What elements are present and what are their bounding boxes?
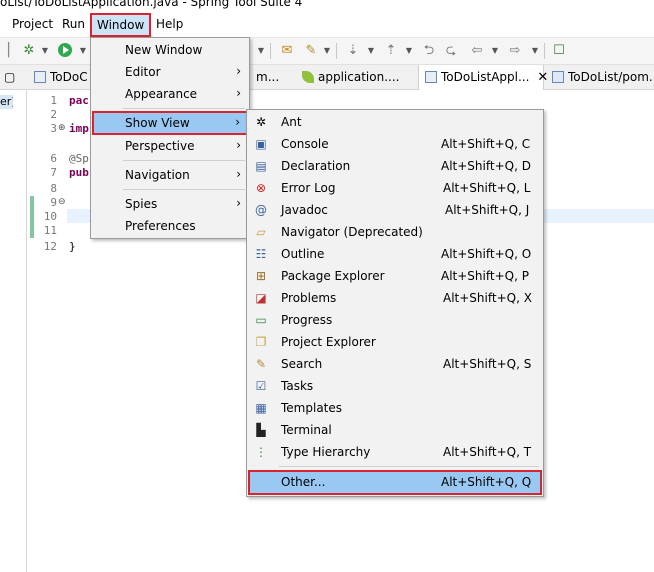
- submenu-arrow-icon: ›: [236, 86, 241, 100]
- menu-item-show-view[interactable]: Show View ›: [92, 111, 248, 135]
- line-number-gutter: 1 2 3 ⊕ 6 7 8 9 ⊖ 10 11 12: [27, 90, 67, 572]
- view-item-ant[interactable]: ✲ Ant: [247, 111, 543, 133]
- submenu-arrow-icon: ›: [235, 115, 240, 129]
- javadoc-icon: @: [255, 203, 267, 217]
- explorer-selected-item[interactable]: er]: [0, 95, 13, 109]
- java-file-icon: [425, 71, 437, 83]
- progress-icon: ▭: [255, 313, 267, 327]
- tab-todoc[interactable]: ToDoC: [34, 65, 88, 90]
- ant-icon: ✲: [255, 115, 267, 129]
- window-title: oList/ToDoListApplication.java - Spring …: [0, 0, 303, 9]
- maven-pom-icon: [552, 71, 564, 83]
- type-hierarchy-icon: ⋮: [255, 445, 267, 459]
- open-type-icon[interactable]: ✉: [278, 42, 296, 60]
- view-item-problems[interactable]: ◪ Problems Alt+Shift+Q, X: [247, 287, 543, 309]
- last-edit-icon[interactable]: ⮌: [420, 42, 438, 60]
- menu-help[interactable]: Help: [156, 17, 183, 31]
- submenu-arrow-icon: ›: [236, 196, 241, 210]
- view-item-package-explorer[interactable]: ⊞ Package Explorer Alt+Shift+Q, P: [247, 265, 543, 287]
- view-item-navigator[interactable]: ▱ Navigator (Deprecated): [247, 221, 543, 243]
- outline-icon: ☷: [255, 247, 267, 261]
- view-item-search[interactable]: ✎ Search Alt+Shift+Q, S: [247, 353, 543, 375]
- error-log-icon: ⊗: [255, 181, 267, 195]
- forward-icon[interactable]: ⇨: [506, 42, 524, 60]
- project-explorer-icon: ❐: [255, 335, 267, 349]
- annotation-prev-icon[interactable]: ⇡: [382, 42, 400, 60]
- window-title-bar: oList/ToDoListApplication.java - Spring …: [0, 0, 654, 12]
- console-icon: ▣: [255, 137, 267, 151]
- spring-leaf-icon: [302, 71, 314, 83]
- view-item-type-hierarchy[interactable]: ⋮ Type Hierarchy Alt+Shift+Q, T: [247, 441, 543, 463]
- annotation-next-dropdown-icon[interactable]: ▼: [362, 42, 380, 60]
- templates-icon: ▦: [255, 401, 267, 415]
- view-item-project-explorer[interactable]: ❐ Project Explorer: [247, 331, 543, 353]
- tasks-icon: ☑: [255, 379, 267, 393]
- forward-dropdown-icon[interactable]: ▼: [526, 42, 544, 60]
- view-item-progress[interactable]: ▭ Progress: [247, 309, 543, 331]
- problems-icon: ◪: [255, 291, 267, 305]
- tab-m[interactable]: m...: [256, 65, 279, 90]
- submenu-arrow-icon: ›: [236, 167, 241, 181]
- change-marker: [30, 196, 34, 210]
- view-item-console[interactable]: ▣ Console Alt+Shift+Q, C: [247, 133, 543, 155]
- package-explorer-pane: er]: [0, 90, 27, 572]
- view-item-templates[interactable]: ▦ Templates: [247, 397, 543, 419]
- menu-item-perspective[interactable]: Perspective ›: [91, 135, 249, 157]
- change-marker: [30, 224, 34, 238]
- tab-todolist-pom[interactable]: ToDoList/pom...: [552, 65, 654, 90]
- menu-window[interactable]: Window: [90, 13, 152, 37]
- back-icon[interactable]: ⇦: [468, 42, 486, 60]
- navigator-icon: ▱: [256, 225, 266, 239]
- java-file-icon: [34, 71, 46, 83]
- view-item-javadoc[interactable]: @ Javadoc Alt+Shift+Q, J: [247, 199, 543, 221]
- menu-bar: Project Run Window Help: [0, 12, 654, 38]
- submenu-arrow-icon: ›: [236, 138, 241, 152]
- view-item-declaration[interactable]: ▤ Declaration Alt+Shift+Q, D: [247, 155, 543, 177]
- menu-item-new-window[interactable]: New Window: [91, 39, 249, 61]
- search-dropdown-icon[interactable]: ▼: [318, 42, 336, 60]
- menu-item-spies[interactable]: Spies ›: [91, 193, 249, 215]
- view-item-tasks[interactable]: ☑ Tasks: [247, 375, 543, 397]
- tab-todolist-application[interactable]: ToDoListAppl... ✕: [418, 65, 548, 90]
- debug-dropdown-icon[interactable]: ▼: [36, 42, 54, 60]
- menu-item-appearance[interactable]: Appearance ›: [91, 83, 249, 105]
- search-icon: ✎: [255, 357, 267, 371]
- show-view-submenu: ✲ Ant ▣ Console Alt+Shift+Q, C ▤ Declara…: [246, 109, 544, 497]
- run-icon[interactable]: [56, 42, 74, 60]
- collapse-fold-icon[interactable]: ⊖: [58, 197, 66, 207]
- back-dropdown-icon[interactable]: ▼: [486, 42, 504, 60]
- menu-run[interactable]: Run: [62, 17, 85, 31]
- toolbar-dropdown-icon[interactable]: ▼: [252, 42, 270, 60]
- change-marker: [30, 210, 34, 224]
- annotation-prev-dropdown-icon[interactable]: ▼: [400, 42, 418, 60]
- package-explorer-icon: ⊞: [255, 269, 267, 283]
- view-item-outline[interactable]: ☷ Outline Alt+Shift+Q, O: [247, 243, 543, 265]
- window-menu-dropdown: New Window Editor › Appearance › Show Vi…: [90, 37, 250, 239]
- last-edit-forward-icon[interactable]: ⮎: [442, 42, 460, 60]
- declaration-icon: ▤: [255, 159, 267, 173]
- menu-project[interactable]: Project: [12, 17, 53, 31]
- close-tab-icon[interactable]: ✕: [537, 70, 548, 85]
- view-item-other[interactable]: Other... Alt+Shift+Q, Q: [248, 470, 542, 495]
- menu-item-navigation[interactable]: Navigation ›: [91, 164, 249, 186]
- menu-item-editor[interactable]: Editor ›: [91, 61, 249, 83]
- submenu-arrow-icon: ›: [236, 64, 241, 78]
- menu-item-preferences[interactable]: Preferences: [91, 215, 249, 237]
- minimize-view-icon[interactable]: ▢: [4, 65, 26, 90]
- annotation-next-icon[interactable]: ⇣: [344, 42, 362, 60]
- tab-application-properties[interactable]: application....: [302, 65, 399, 90]
- view-item-terminal[interactable]: ▙ Terminal: [247, 419, 543, 441]
- view-item-error-log[interactable]: ⊗ Error Log Alt+Shift+Q, L: [247, 177, 543, 199]
- expand-fold-icon[interactable]: ⊕: [58, 123, 66, 133]
- terminal-icon: ▙: [256, 423, 266, 437]
- new-view-icon[interactable]: ☐: [550, 42, 568, 60]
